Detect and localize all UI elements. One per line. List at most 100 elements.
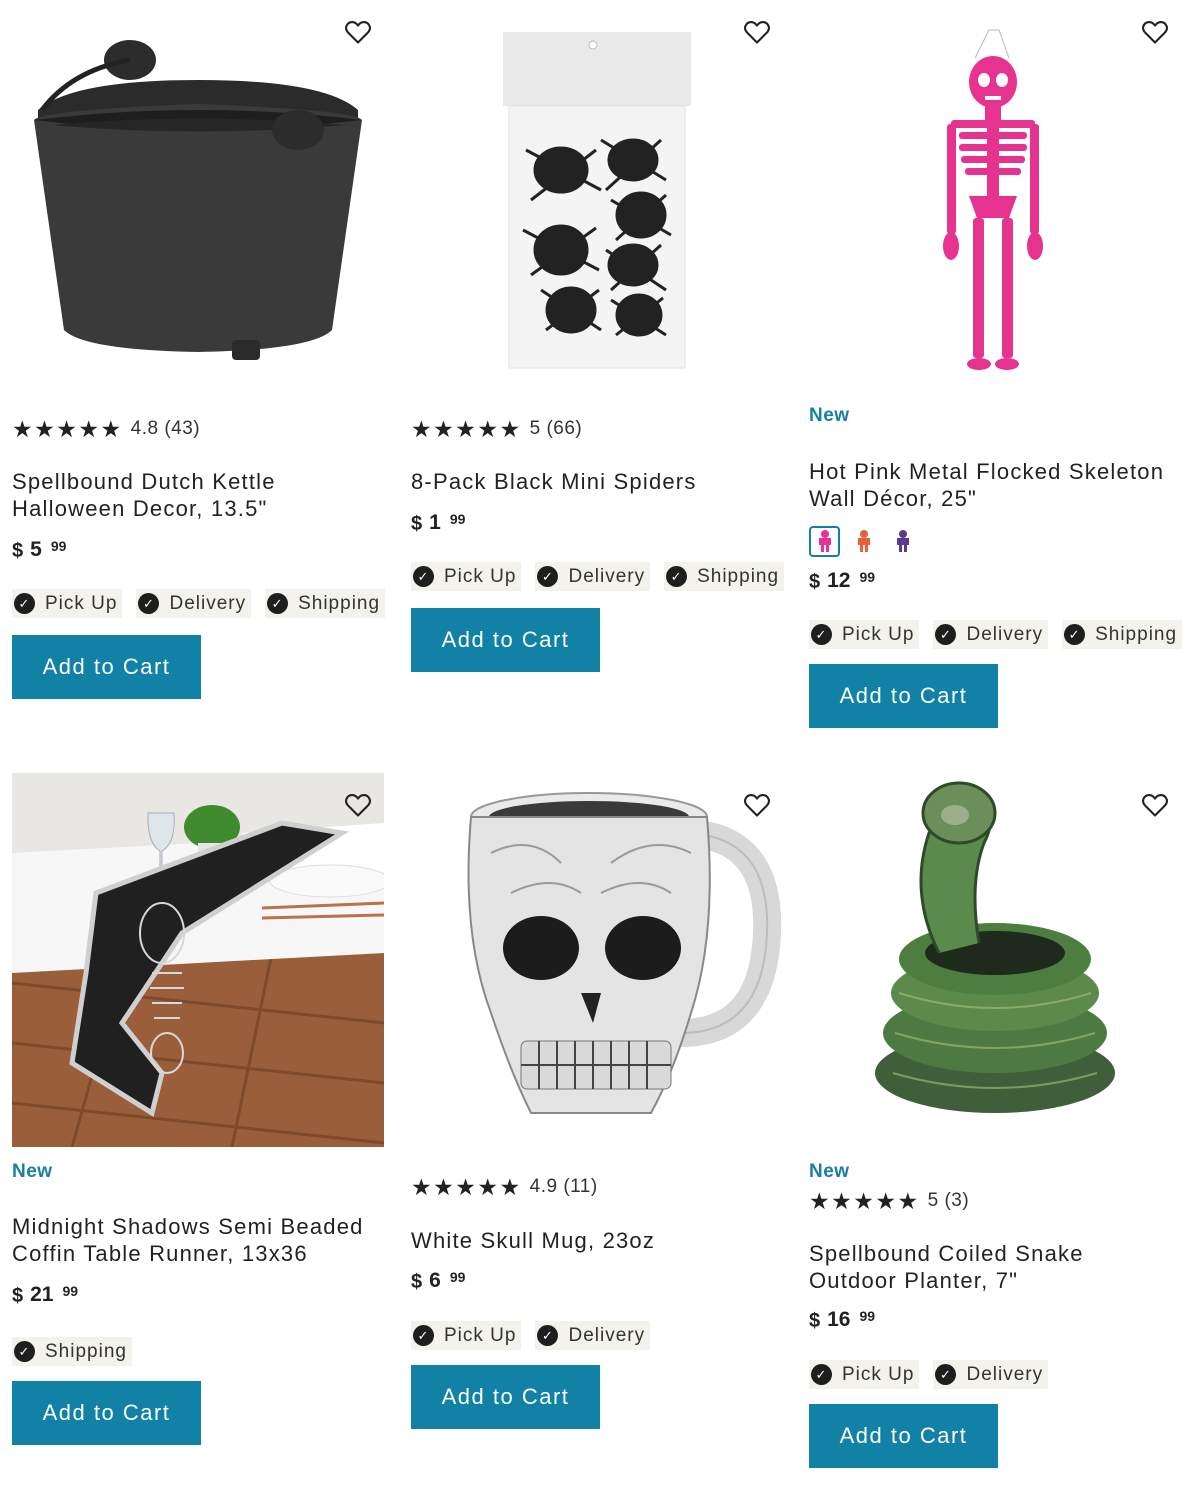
product-price: $ 12 99 bbox=[809, 569, 1183, 594]
check-icon: ✓ bbox=[1064, 624, 1086, 645]
add-to-cart-button[interactable]: Add to Cart bbox=[809, 1404, 998, 1468]
rating-text: 4.8 (43) bbox=[130, 418, 201, 439]
fulfillment-chip: ✓ Shipping bbox=[1062, 620, 1183, 649]
add-to-cart-button[interactable]: Add to Cart bbox=[12, 635, 201, 699]
fulfillment-chip: ✓ Delivery bbox=[535, 562, 651, 591]
fulfillment-chip: ✓ Shipping bbox=[265, 589, 386, 618]
check-icon: ✓ bbox=[935, 624, 957, 645]
check-icon: ✓ bbox=[14, 1341, 35, 1362]
rating[interactable]: ★ ★ ★ ★ ★ 5 (3) bbox=[809, 1188, 1183, 1214]
product-card: ★ ★ ★ ★ ★ 4.9 (11) White Skull Mug, 23oz $ 6… bbox=[411, 773, 785, 1429]
product-title[interactable]: White Skull Mug, 23oz bbox=[411, 1227, 785, 1254]
product-title-line: Midnight Shadows Semi Beaded bbox=[12, 1214, 364, 1239]
product-title-line: 8-Pack Black Mini Spiders bbox=[411, 469, 697, 494]
add-to-cart-button[interactable]: Add to Cart bbox=[809, 664, 998, 728]
fulfillment-options: ✓ Shipping bbox=[12, 1337, 386, 1366]
product-card: ★ ★ ★ ★ ★ 4.8 (43) Spellbound Dutch Kettle H… bbox=[12, 0, 386, 699]
product-image[interactable] bbox=[809, 773, 1181, 1147]
price-cents: 99 bbox=[62, 1283, 79, 1299]
price-whole: 21 bbox=[30, 1283, 54, 1306]
price-currency: $ bbox=[809, 571, 821, 593]
wishlist-heart-icon[interactable] bbox=[743, 791, 771, 819]
fulfillment-chip: ✓ Shipping bbox=[664, 562, 785, 591]
fulfillment-label: Delivery bbox=[169, 592, 247, 614]
wishlist-heart-icon[interactable] bbox=[344, 18, 372, 46]
product-title[interactable]: Spellbound Dutch Kettle Halloween Decor,… bbox=[12, 468, 386, 522]
rating[interactable]: ★ ★ ★ ★ ★ 5 (66) bbox=[411, 416, 785, 442]
check-icon: ✓ bbox=[413, 1325, 434, 1346]
swatch-purple[interactable] bbox=[887, 526, 918, 557]
wishlist-heart-icon[interactable] bbox=[1141, 18, 1169, 46]
price-currency: $ bbox=[809, 1310, 821, 1332]
product-card: New ★ ★ ★ ★ ★ 5 (3) Spellbound Coiled Snake … bbox=[809, 773, 1183, 1468]
add-to-cart-button[interactable]: Add to Cart bbox=[411, 608, 600, 672]
product-title[interactable]: Hot Pink Metal Flocked Skeleton Wall Déc… bbox=[809, 458, 1183, 512]
price-cents: 99 bbox=[449, 1269, 466, 1285]
rating[interactable]: ★ ★ ★ ★ ★ 4.8 (43) bbox=[12, 416, 386, 442]
cauldron-image bbox=[34, 40, 362, 360]
wishlist-heart-icon[interactable] bbox=[743, 18, 771, 46]
check-icon: ✓ bbox=[267, 593, 289, 614]
rating-text: 5 (66) bbox=[529, 418, 583, 439]
fulfillment-label: Delivery bbox=[966, 623, 1044, 645]
add-to-cart-button[interactable]: Add to Cart bbox=[411, 1365, 600, 1429]
price-whole: 5 bbox=[30, 538, 42, 561]
product-price: $ 16 99 bbox=[809, 1308, 1183, 1333]
rating-text: 5 (3) bbox=[927, 1190, 970, 1211]
swatch-orange[interactable] bbox=[848, 526, 879, 557]
fulfillment-options: ✓ Pick Up ✓ Delivery ✓ Shipping bbox=[12, 589, 386, 618]
product-card: New Hot Pink Metal Flocked Skeleton Wall… bbox=[809, 0, 1183, 728]
swatch-pink[interactable] bbox=[809, 525, 840, 557]
product-title-line: Outdoor Planter, 7" bbox=[809, 1268, 1019, 1293]
product-title-line: Wall Décor, 25" bbox=[809, 486, 978, 511]
fulfillment-label: Shipping bbox=[298, 592, 381, 614]
fulfillment-label: Shipping bbox=[697, 565, 780, 587]
fulfillment-chip: ✓ Pick Up bbox=[411, 1321, 522, 1350]
fulfillment-options: ✓ Pick Up ✓ Delivery ✓ Shipping bbox=[411, 562, 785, 591]
check-icon: ✓ bbox=[537, 1325, 559, 1346]
price-currency: $ bbox=[411, 513, 423, 535]
check-icon: ✓ bbox=[811, 624, 832, 645]
fulfillment-options: ✓ Pick Up ✓ Delivery ✓ Shipping bbox=[809, 620, 1183, 649]
fulfillment-chip: ✓ Pick Up bbox=[12, 589, 123, 618]
product-image[interactable] bbox=[809, 0, 1181, 392]
product-title-line: Spellbound Coiled Snake bbox=[809, 1241, 1084, 1266]
fulfillment-label: Shipping bbox=[1095, 623, 1178, 645]
product-title[interactable]: Midnight Shadows Semi Beaded Coffin Tabl… bbox=[12, 1213, 386, 1267]
product-title-line: Coffin Table Runner, 13x36 bbox=[12, 1241, 308, 1266]
product-image[interactable] bbox=[411, 773, 783, 1165]
skeleton-swatch-icon bbox=[818, 530, 831, 552]
product-title[interactable]: 8-Pack Black Mini Spiders bbox=[411, 468, 785, 495]
wishlist-heart-icon[interactable] bbox=[1141, 791, 1169, 819]
fulfillment-options: ✓ Pick Up ✓ Delivery bbox=[809, 1360, 1183, 1389]
add-to-cart-button[interactable]: Add to Cart bbox=[12, 1381, 201, 1445]
product-title-line: Halloween Decor, 13.5" bbox=[12, 496, 268, 521]
product-price: $ 6 99 bbox=[411, 1269, 785, 1294]
product-image[interactable] bbox=[12, 0, 384, 392]
color-swatches bbox=[809, 525, 1183, 557]
fulfillment-chip: ✓ Pick Up bbox=[809, 620, 920, 649]
skeleton-image bbox=[943, 29, 1043, 370]
star-rating-icon: ★ ★ ★ ★ ★ bbox=[411, 415, 521, 442]
price-whole: 16 bbox=[827, 1308, 851, 1331]
product-price: $ 1 99 bbox=[411, 511, 785, 536]
price-whole: 1 bbox=[429, 511, 441, 534]
fulfillment-chip: ✓ Delivery bbox=[136, 589, 252, 618]
product-image[interactable] bbox=[411, 0, 783, 392]
fulfillment-chip: ✓ Delivery bbox=[535, 1321, 651, 1350]
check-icon: ✓ bbox=[413, 566, 434, 587]
check-icon: ✓ bbox=[138, 593, 160, 614]
product-title[interactable]: Spellbound Coiled Snake Outdoor Planter,… bbox=[809, 1240, 1183, 1294]
fulfillment-chip: ✓ Delivery bbox=[933, 1360, 1049, 1389]
product-image[interactable] bbox=[12, 773, 384, 1147]
wishlist-heart-icon[interactable] bbox=[344, 791, 372, 819]
product-card: ★ ★ ★ ★ ★ 5 (66) 8-Pack Black Mini Spiders $… bbox=[411, 0, 785, 672]
product-price: $ 21 99 bbox=[12, 1283, 386, 1308]
product-title-line: Spellbound Dutch Kettle bbox=[12, 469, 276, 494]
fulfillment-label: Delivery bbox=[568, 565, 646, 587]
star-rating-icon: ★ ★ ★ ★ ★ bbox=[411, 1173, 521, 1200]
rating[interactable]: ★ ★ ★ ★ ★ 4.9 (11) bbox=[411, 1174, 785, 1200]
fulfillment-label: Pick Up bbox=[444, 1324, 517, 1346]
check-icon: ✓ bbox=[537, 566, 559, 587]
price-currency: $ bbox=[411, 1271, 423, 1293]
